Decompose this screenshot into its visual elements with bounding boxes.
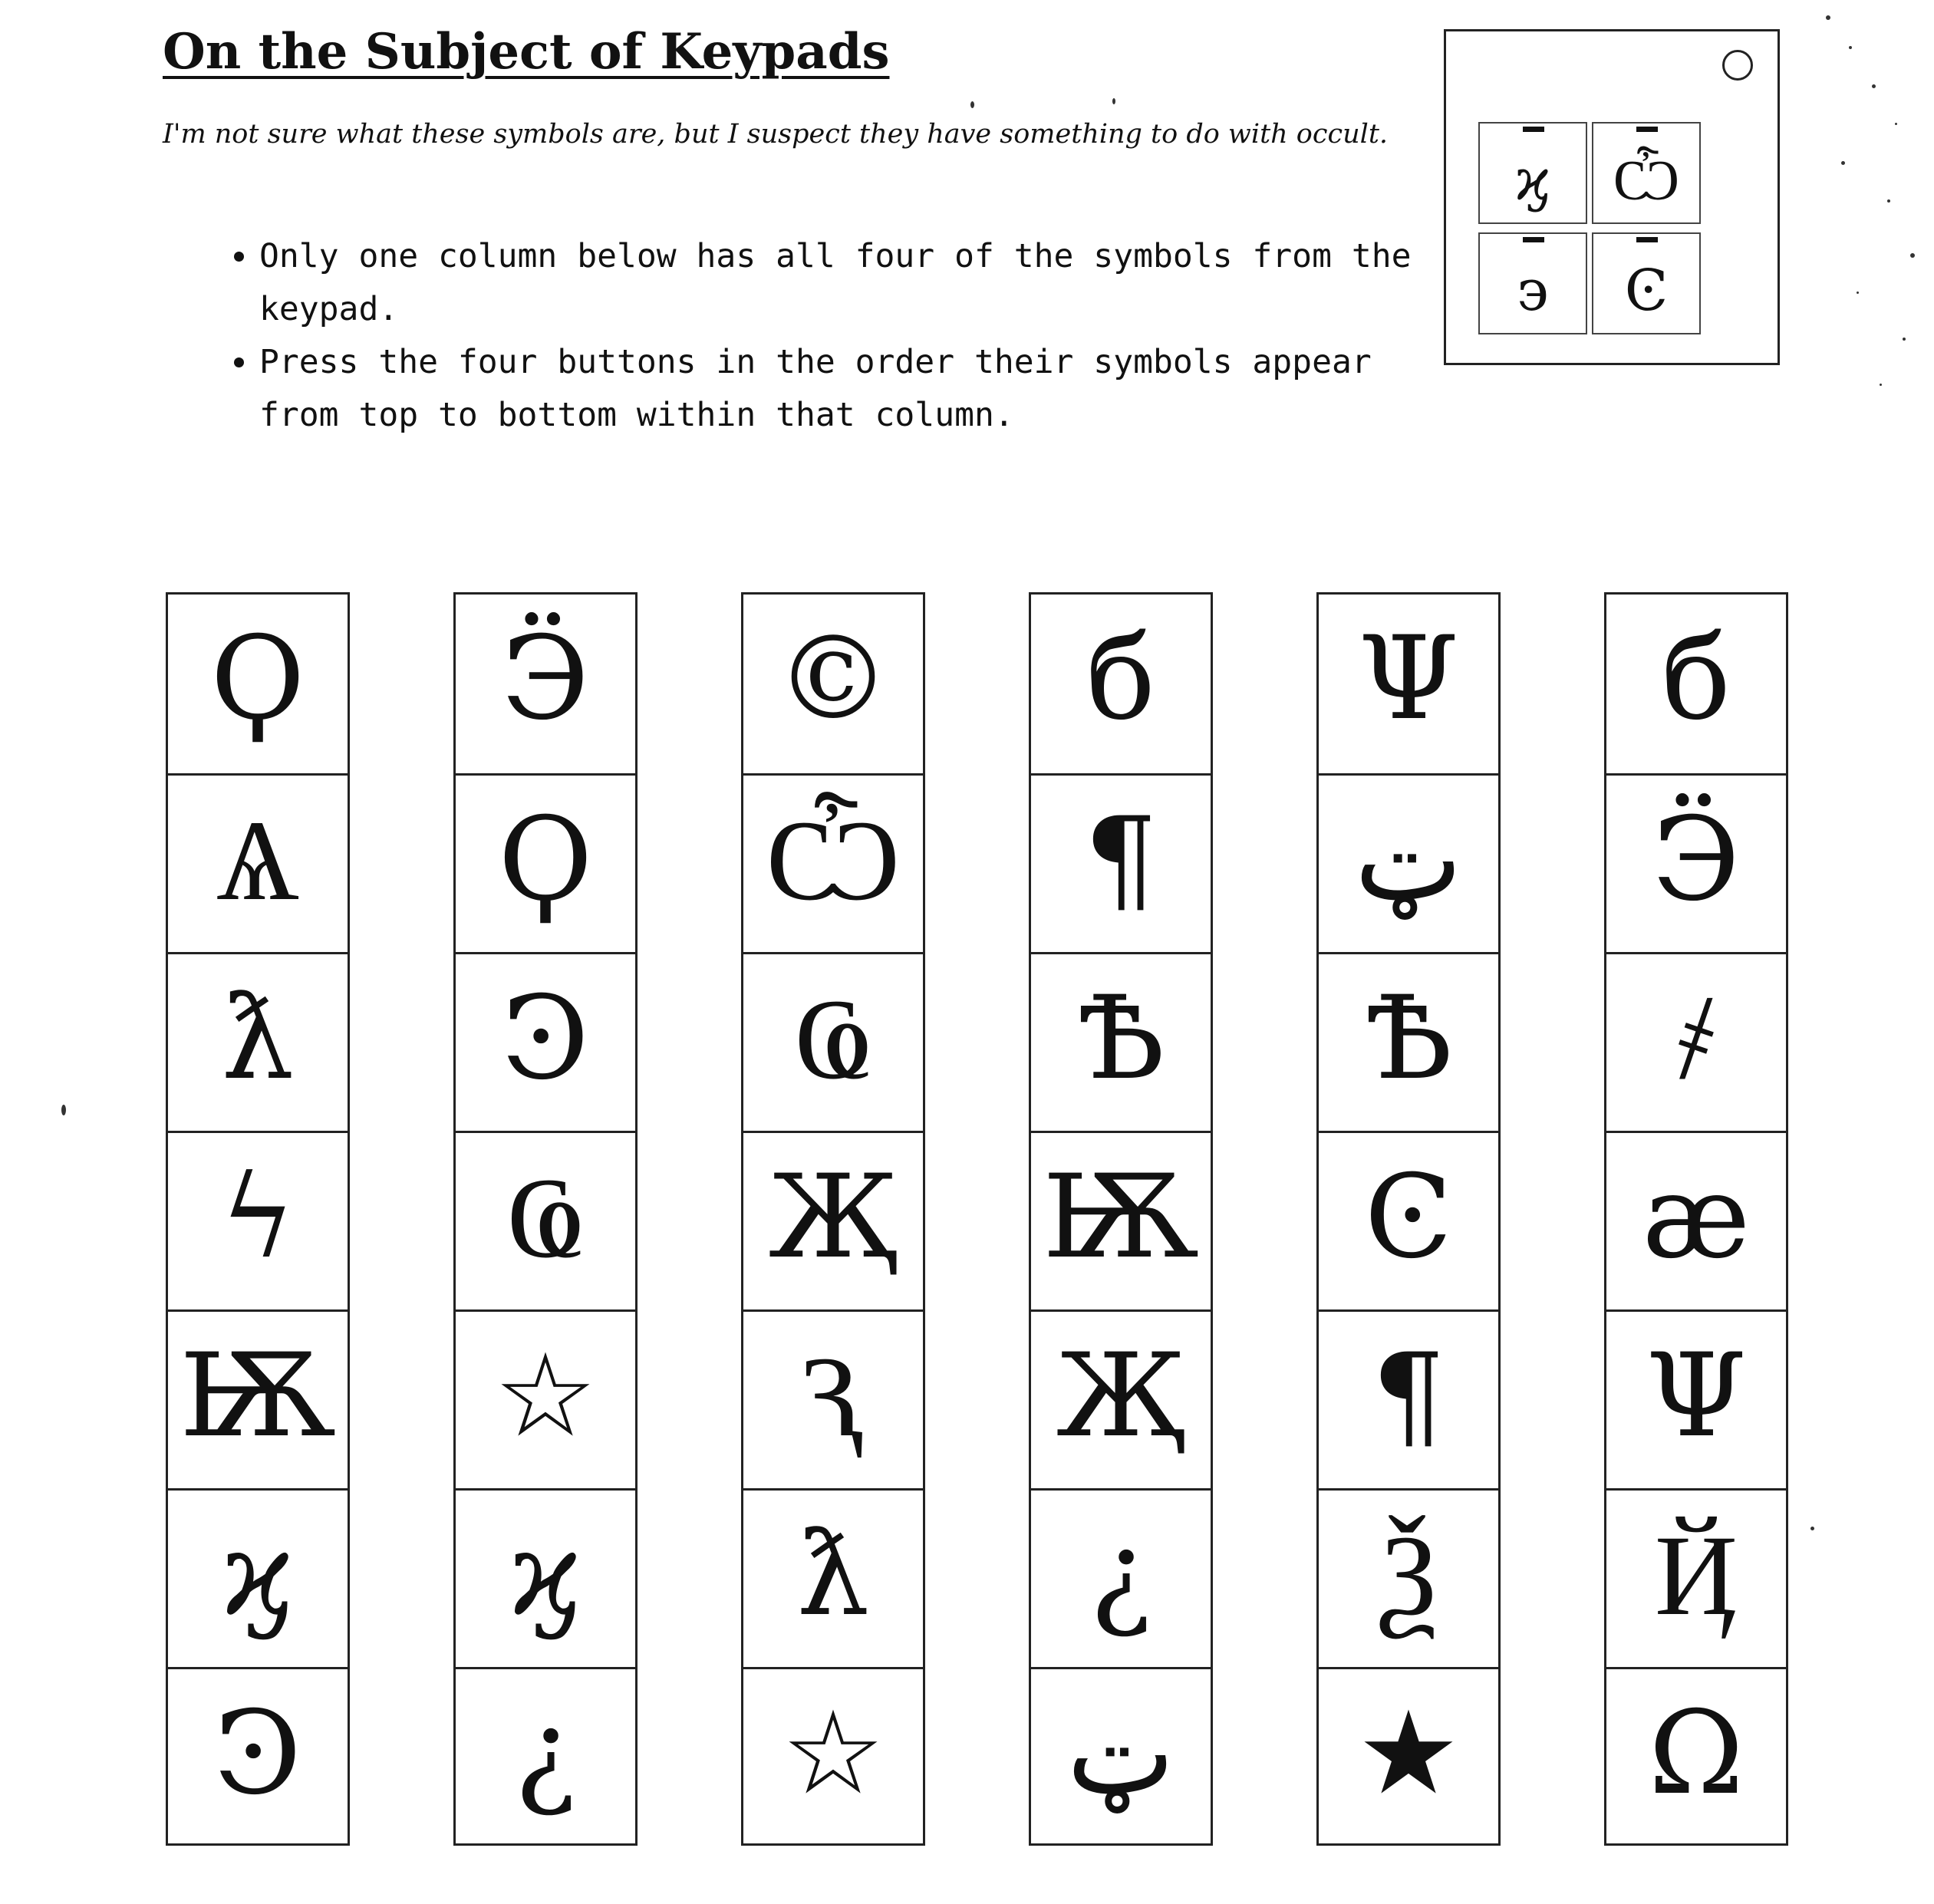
symbol-cell: ϗ [168,1488,348,1667]
rules-list: Only one column below has all four of th… [216,230,1456,442]
symbol-cell: ★ [1319,1667,1498,1846]
paper-speck [61,1105,66,1115]
symbol-cell: Җ [1031,1309,1211,1488]
paper-speck [1849,46,1852,49]
paper-speck [1910,253,1915,258]
symbol-cell: æ [1606,1131,1786,1309]
symbol-cell: ϗ [456,1488,635,1667]
symbol-cell: Ҋ [1606,1488,1786,1667]
symbol-cell: ¶ [1031,773,1211,952]
key-symbol: Ѽ [1612,147,1681,213]
symbol-column-6: б Ӭ ҂ æ Ψ Ҋ Ω [1604,592,1788,1846]
symbol-cell: Ψ [1606,1309,1786,1488]
keypad-button-bottom-left[interactable]: ϶ [1478,232,1587,334]
flavor-text: I'm not sure what these symbols are, but… [163,119,1389,150]
paper-speck [1857,292,1859,294]
status-light-icon [1722,50,1753,81]
key-indicator [1523,237,1544,242]
key-indicator [1523,127,1544,132]
paper-speck [1841,161,1845,165]
symbol-cell: Җ [743,1131,923,1309]
paper-speck [1903,338,1906,341]
paper-speck [1887,199,1890,203]
page-title: On the Subject of Keypads [163,23,890,81]
paper-speck [1880,384,1882,386]
symbol-column-1: Ϙ Ѧ ƛ ϟ Ѭ ϗ Ͽ [166,592,350,1846]
symbol-cell: © [776,612,891,746]
keypad-button-top-right[interactable]: Ѽ [1592,122,1701,224]
symbol-cell: Ѣ [1319,952,1498,1131]
key-indicator [1636,237,1658,242]
key-symbol: Ͼ [1624,258,1669,324]
symbol-cell: ¶ [1319,1309,1498,1488]
symbol-cell: ƛ [168,952,348,1131]
symbol-column-2: Ӭ Ϙ Ͽ Ҩ ☆ ϗ ¿ [453,592,638,1846]
symbol-cell: ☆ [456,1309,635,1488]
symbol-cell: Ͼ [1319,1131,1498,1309]
keypad-button-top-left[interactable]: ϗ [1478,122,1587,224]
symbol-cell: Ͽ [168,1667,348,1846]
symbol-cell: Ѭ [1031,1131,1211,1309]
paper-speck [1826,15,1830,20]
symbol-cell: Ԇ [743,1309,923,1488]
symbol-cell: ټ [1031,1667,1211,1846]
paper-speck [1810,1527,1814,1530]
key-symbol: ϶ [1517,258,1549,324]
symbol-cell: б [1661,612,1731,746]
symbol-column-3: © Ѽ Ҩ Җ Ԇ ƛ ☆ [741,592,925,1846]
symbol-cell: Ѽ [743,773,923,952]
symbol-cell: Ѧ [168,773,348,952]
keypad-button-bottom-right[interactable]: Ͼ [1592,232,1701,334]
symbol-cell: Ψ [1358,612,1459,746]
paper-speck [970,101,974,108]
keypad-module: ϗ Ѽ ϶ Ͼ [1444,29,1780,365]
symbol-cell: Ϙ [210,612,305,746]
key-indicator [1636,127,1658,132]
symbol-cell: Ω [1606,1667,1786,1846]
symbol-cell: ¿ [1031,1488,1211,1667]
symbol-cell: ټ [1319,773,1498,952]
symbol-cell: Ӭ [501,612,590,746]
paper-speck [1112,98,1115,104]
symbol-cell: Ѣ [1031,952,1211,1131]
paper-speck [1872,84,1876,88]
symbol-cell: б [1086,612,1156,746]
symbol-cell: ☆ [743,1667,923,1846]
symbol-column-4: б ¶ Ѣ Ѭ Җ ¿ ټ [1029,592,1213,1846]
paper-speck [1895,123,1897,125]
symbol-cell: ҂ [1606,952,1786,1131]
rule-item: Only one column below has all four of th… [259,230,1456,336]
symbol-cell: Ҩ [743,952,923,1131]
symbol-cell: ¿ [456,1667,635,1846]
symbol-cell: Ϙ [456,773,635,952]
symbol-cell: Ҩ [456,1131,635,1309]
rule-item: Press the four buttons in the order thei… [259,336,1456,442]
symbol-cell: ϟ [168,1131,348,1309]
symbol-cell: Ͽ [456,952,635,1131]
symbol-cell: Ѯ [1319,1488,1498,1667]
symbol-cell: Ѭ [168,1309,348,1488]
symbol-cell: ƛ [743,1488,923,1667]
symbol-cell: Ӭ [1606,773,1786,952]
symbol-column-5: Ψ ټ Ѣ Ͼ ¶ Ѯ ★ [1316,592,1501,1846]
key-symbol: ϗ [1514,147,1551,213]
